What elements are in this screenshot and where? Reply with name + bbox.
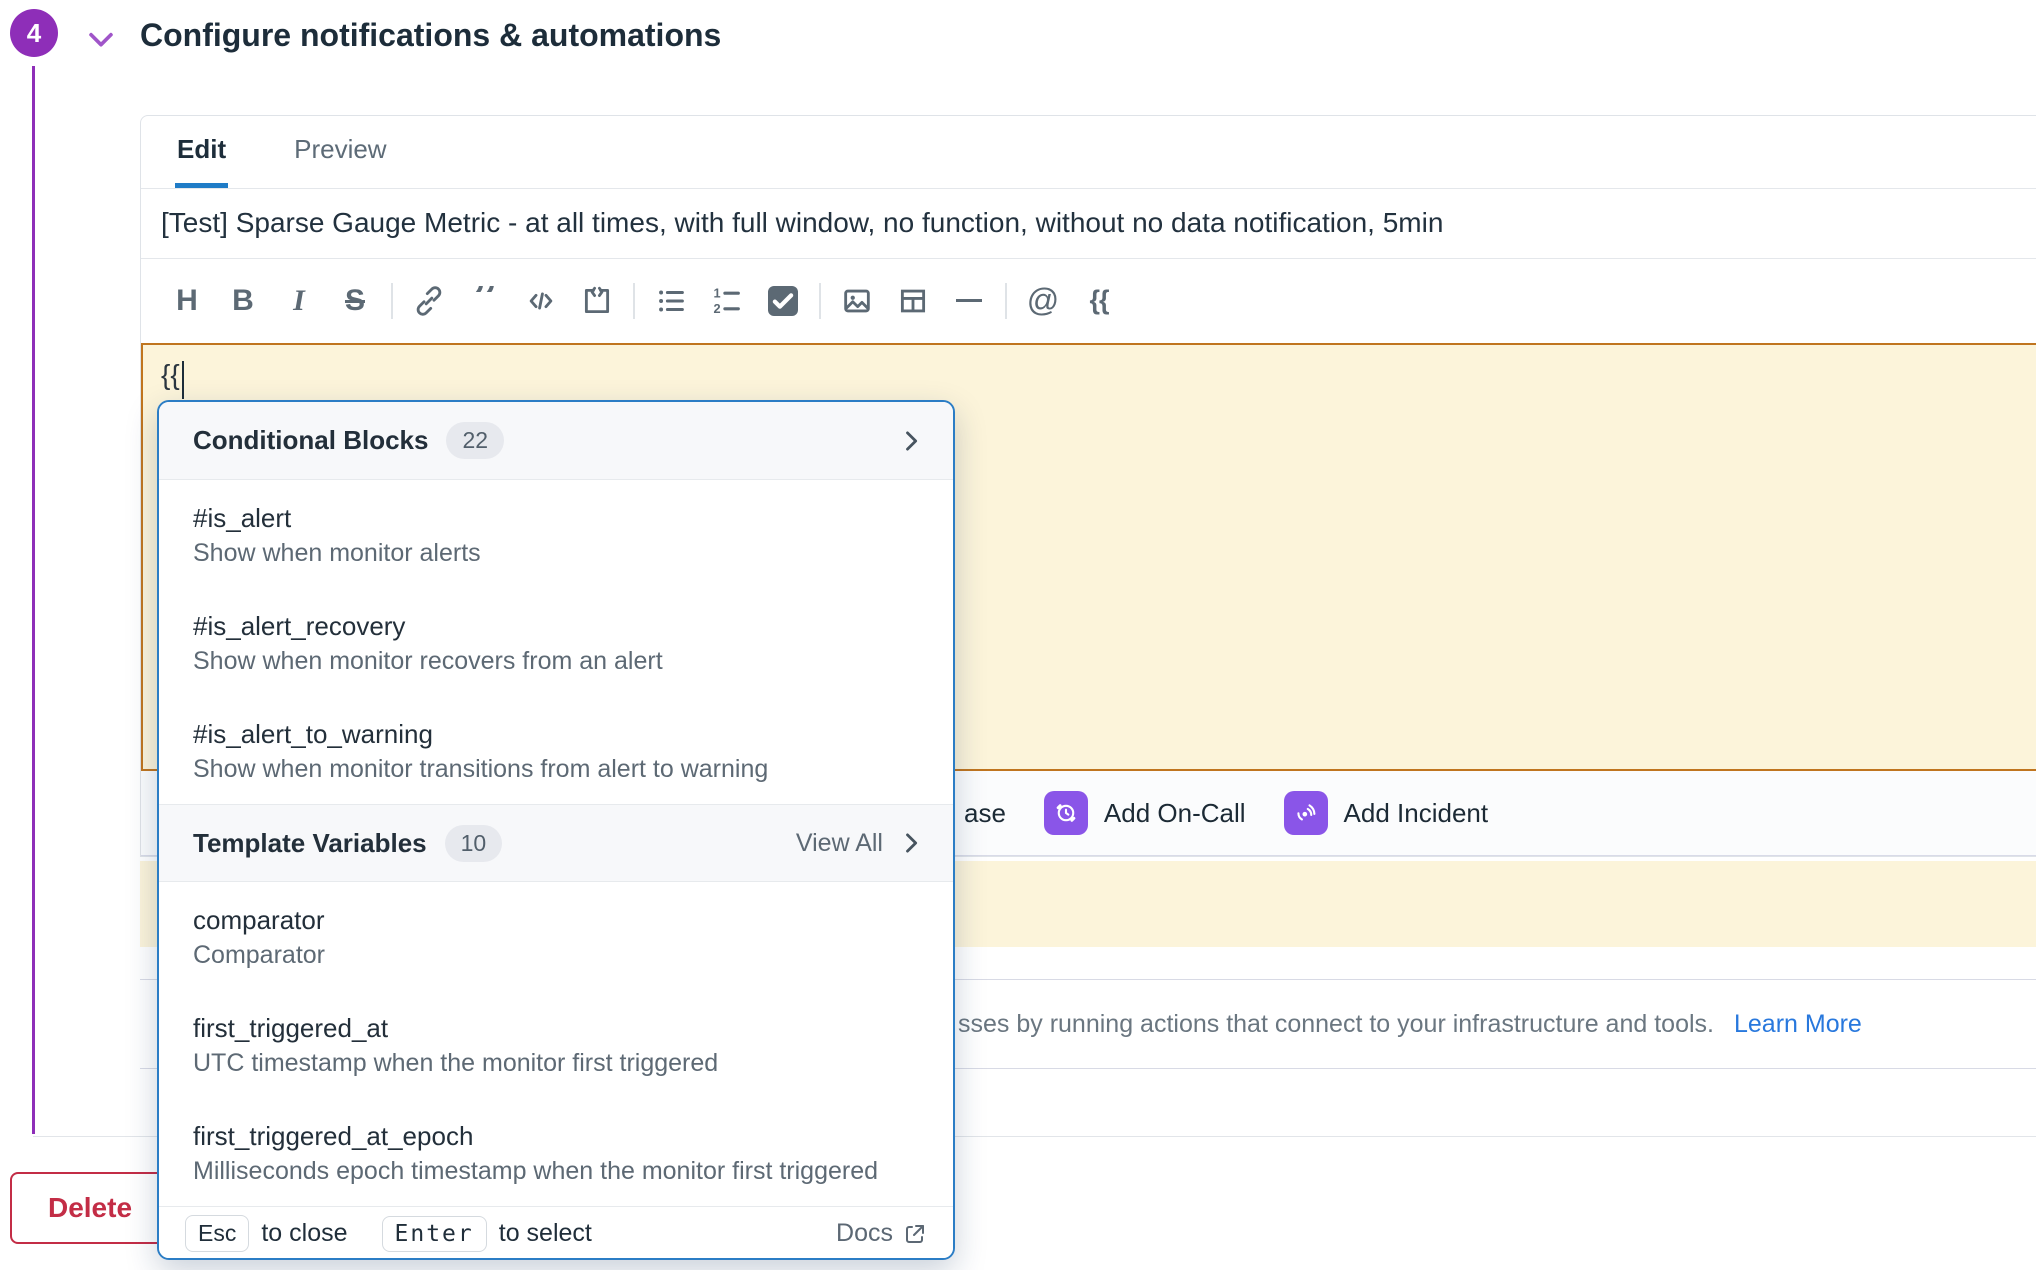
chevron-right-icon	[897, 829, 925, 857]
esc-key-hint: Esc	[185, 1215, 249, 1252]
tab-preview[interactable]: Preview	[292, 116, 388, 188]
table-icon[interactable]	[893, 281, 933, 321]
autocomplete-footer: Esc to close Enter to select Docs	[159, 1206, 953, 1260]
item-name: #is_alert	[193, 500, 919, 536]
docs-link[interactable]: Docs	[836, 1219, 927, 1248]
list-item-first-triggered-at-epoch[interactable]: first_triggered_at_epoch Milliseconds ep…	[159, 1098, 953, 1206]
conditional-blocks-title: Conditional Blocks	[193, 425, 428, 456]
text-cursor	[182, 361, 184, 399]
inline-code-icon[interactable]	[521, 281, 561, 321]
conditional-blocks-header[interactable]: Conditional Blocks 22	[159, 402, 953, 480]
svg-text:1: 1	[714, 285, 721, 300]
toolbar-divider	[391, 283, 393, 319]
toolbar-divider	[819, 283, 821, 319]
item-description: UTC timestamp when the monitor first tri…	[193, 1046, 919, 1080]
item-name: #is_alert_recovery	[193, 608, 919, 644]
template-autocomplete-popover: Conditional Blocks 22 #is_alert Show whe…	[157, 400, 955, 1260]
view-all-link[interactable]: View All	[796, 829, 883, 858]
horizontal-rule-icon[interactable]	[949, 281, 989, 321]
item-name: first_triggered_at_epoch	[193, 1118, 919, 1154]
add-oncall-label: Add On-Call	[1104, 798, 1246, 829]
enter-key-hint: Enter	[382, 1216, 487, 1252]
editor-typed-text: {{	[161, 359, 180, 391]
editor-toolbar: H B I S ” 12 @ {	[141, 259, 2036, 344]
numbered-list-icon[interactable]: 12	[707, 281, 747, 321]
list-item-is-alert-recovery[interactable]: #is_alert_recovery Show when monitor rec…	[159, 588, 953, 696]
task-list-icon[interactable]	[763, 281, 803, 321]
list-item-comparator[interactable]: comparator Comparator	[159, 882, 953, 990]
bold-icon[interactable]: B	[223, 281, 263, 321]
list-item-is-alert[interactable]: #is_alert Show when monitor alerts	[159, 480, 953, 588]
add-case-label: ase	[964, 798, 1006, 829]
add-incident-label: Add Incident	[1344, 798, 1489, 829]
item-description: Milliseconds epoch timestamp when the mo…	[193, 1154, 919, 1188]
item-description: Comparator	[193, 938, 919, 972]
template-variable-icon[interactable]: {{	[1079, 281, 1119, 321]
item-name: first_triggered_at	[193, 1010, 919, 1046]
code-block-icon[interactable]	[577, 281, 617, 321]
add-case-button[interactable]: ase	[964, 798, 1006, 829]
automations-description-text: sses by running actions that connect to …	[958, 1010, 1714, 1038]
item-description: Show when monitor transitions from alert…	[193, 752, 919, 786]
item-name: comparator	[193, 902, 919, 938]
template-variables-header[interactable]: Template Variables 10 View All	[159, 804, 953, 882]
external-link-icon	[903, 1222, 927, 1246]
strikethrough-icon[interactable]: S	[335, 281, 375, 321]
template-variables-title: Template Variables	[193, 828, 427, 859]
add-incident-button[interactable]: Add Incident	[1284, 791, 1489, 835]
esc-action-label: to close	[261, 1219, 347, 1248]
step-number-badge: 4	[10, 9, 58, 57]
notification-title-field[interactable]: [Test] Sparse Gauge Metric - at all time…	[141, 189, 2036, 259]
item-name: #is_alert_to_warning	[193, 716, 919, 752]
docs-label: Docs	[836, 1219, 893, 1248]
conditional-blocks-count-badge: 22	[446, 422, 504, 459]
item-description: Show when monitor alerts	[193, 536, 919, 570]
add-oncall-button[interactable]: Add On-Call	[1044, 791, 1246, 835]
quote-icon[interactable]: ”	[465, 281, 505, 321]
chevron-right-icon	[897, 427, 925, 455]
chevron-down-icon[interactable]	[84, 22, 118, 56]
toolbar-divider	[1005, 283, 1007, 319]
bullet-list-icon[interactable]	[651, 281, 691, 321]
editor-tabs: Edit Preview	[141, 116, 2036, 189]
svg-text:2: 2	[714, 301, 721, 316]
heading-icon[interactable]: H	[167, 281, 207, 321]
automations-description: sses by running actions that connect to …	[958, 1010, 1862, 1039]
list-item-first-triggered-at[interactable]: first_triggered_at UTC timestamp when th…	[159, 990, 953, 1098]
template-variables-count-badge: 10	[445, 825, 503, 862]
toolbar-divider	[633, 283, 635, 319]
tab-edit[interactable]: Edit	[175, 116, 228, 188]
image-icon[interactable]	[837, 281, 877, 321]
list-item-is-alert-to-warning[interactable]: #is_alert_to_warning Show when monitor t…	[159, 696, 953, 804]
italic-icon[interactable]: I	[279, 281, 319, 321]
delete-button[interactable]: Delete	[10, 1172, 170, 1244]
section-title: Configure notifications & automations	[140, 17, 721, 54]
learn-more-link[interactable]: Learn More	[1734, 1010, 1862, 1038]
step-progress-line	[32, 66, 35, 1134]
item-description: Show when monitor recovers from an alert	[193, 644, 919, 678]
oncall-phone-clock-icon	[1044, 791, 1088, 835]
link-icon[interactable]	[409, 281, 449, 321]
mention-icon[interactable]: @	[1023, 281, 1063, 321]
enter-action-label: to select	[499, 1219, 592, 1248]
incident-siren-icon	[1284, 791, 1328, 835]
